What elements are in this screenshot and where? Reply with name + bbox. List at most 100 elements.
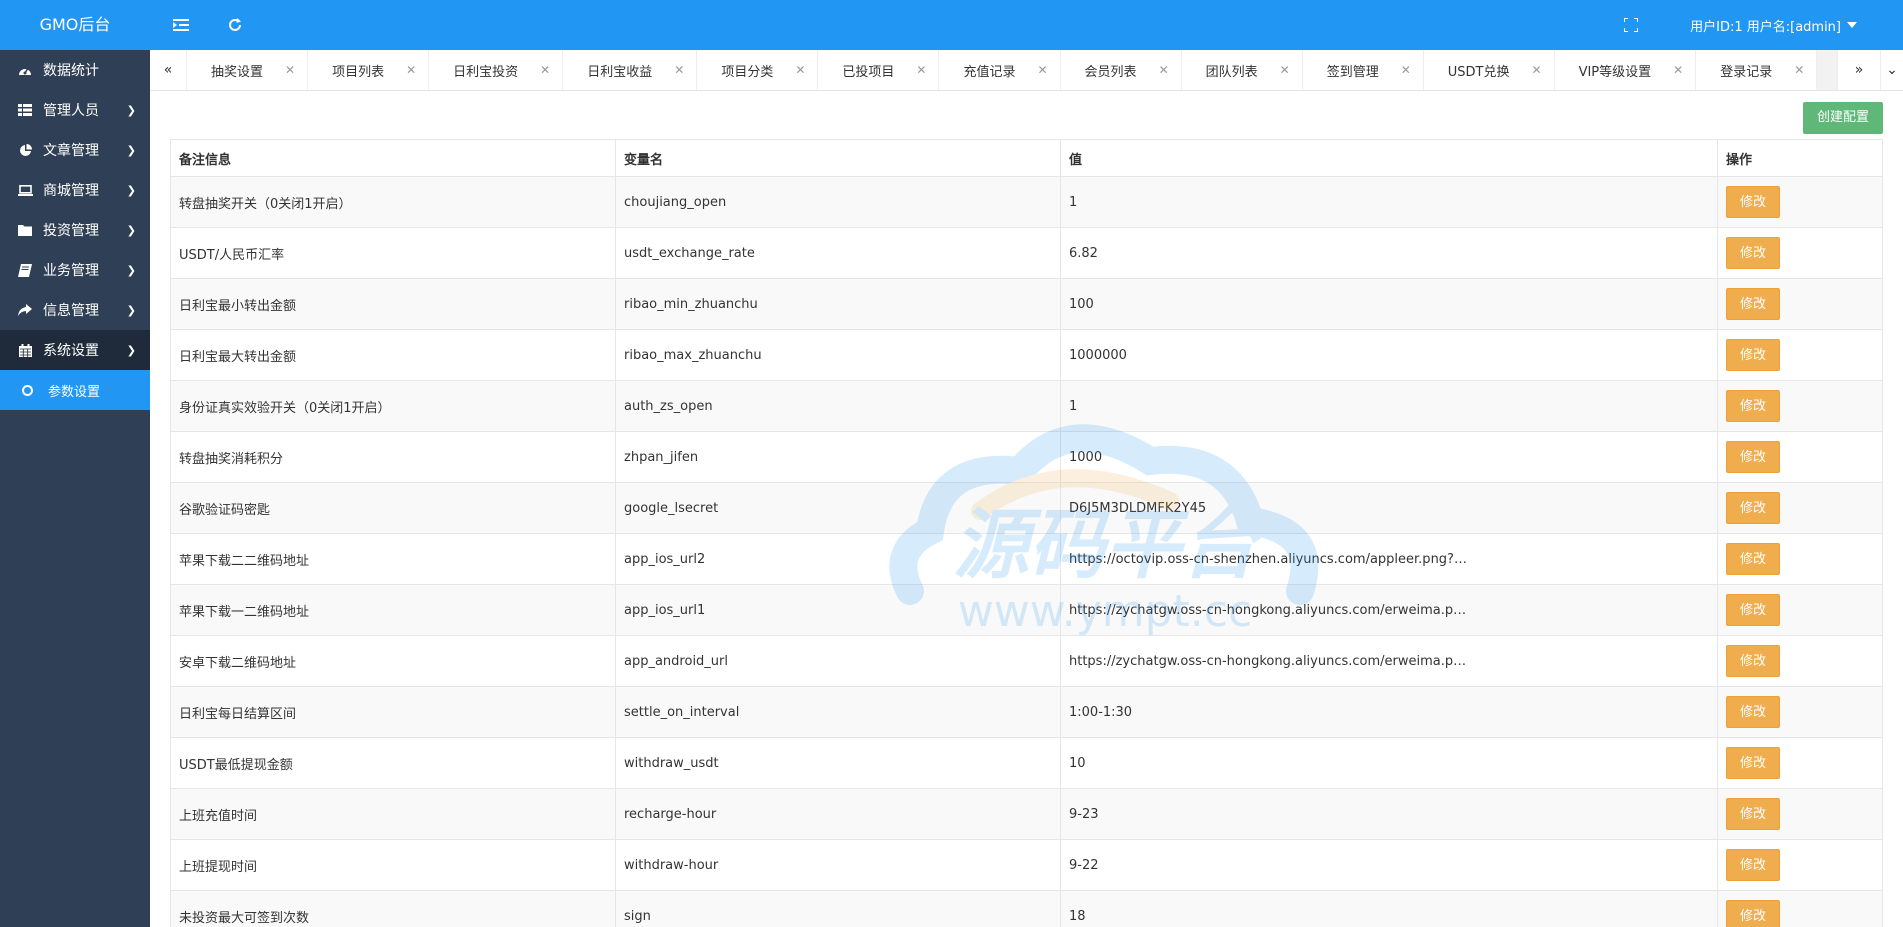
- main-area: 用户ID:1 用户名:[admin] « 抽奖设置 ✕ 项目列表 ✕ 日利宝投资 ✕ 日利宝…: [150, 0, 1903, 927]
- cell-value: 18: [1060, 890, 1718, 927]
- value-text: 18: [1069, 908, 1086, 924]
- table-row: 上班提现时间 withdraw-hour 9-22 修改: [170, 839, 1883, 891]
- close-icon[interactable]: ✕: [1532, 63, 1542, 77]
- cell-note: USDT/人民币汇率: [170, 227, 616, 279]
- cell-value: 1000: [1060, 431, 1718, 483]
- edit-button[interactable]: 修改: [1726, 339, 1781, 371]
- tab-9[interactable]: 签到管理 ✕: [1303, 50, 1424, 90]
- tab-label: 会员列表: [1084, 64, 1137, 80]
- close-icon[interactable]: ✕: [285, 63, 295, 77]
- cell-var: zhpan_jifen: [615, 431, 1061, 483]
- tab-1[interactable]: 项目列表 ✕: [308, 50, 430, 90]
- sidebar-item-2[interactable]: 文章管理 ❯: [0, 130, 150, 170]
- edit-button[interactable]: 修改: [1726, 288, 1781, 320]
- edit-button[interactable]: 修改: [1726, 594, 1781, 626]
- top-header: 用户ID:1 用户名:[admin]: [150, 0, 1903, 50]
- sidebar-subitem-params[interactable]: 参数设置: [0, 370, 150, 410]
- tab-11[interactable]: VIP等级设置 ✕: [1555, 50, 1697, 90]
- tabs-scroll-right-button[interactable]: »: [1837, 50, 1880, 90]
- value-text: 1: [1069, 398, 1078, 414]
- app-logo[interactable]: GMO后台: [0, 0, 150, 50]
- tab-8[interactable]: 团队列表 ✕: [1182, 50, 1303, 90]
- toggle-sidebar-button[interactable]: [166, 10, 196, 40]
- sidebar-item-5[interactable]: 业务管理 ❯: [0, 250, 150, 290]
- sidebar-item-7[interactable]: 系统设置 ❯: [0, 330, 150, 370]
- fullscreen-button[interactable]: [1616, 10, 1646, 40]
- tab-7[interactable]: 会员列表 ✕: [1061, 50, 1182, 90]
- edit-button[interactable]: 修改: [1726, 645, 1781, 677]
- close-icon[interactable]: ✕: [1037, 63, 1047, 77]
- cell-value: 1:00-1:30: [1060, 686, 1718, 738]
- edit-button[interactable]: 修改: [1726, 798, 1781, 830]
- tab-12[interactable]: 登录记录 ✕: [1696, 50, 1818, 90]
- tab-label: 项目分类: [721, 64, 774, 80]
- edit-button[interactable]: 修改: [1726, 186, 1781, 218]
- value-text: 1000000: [1069, 347, 1127, 363]
- close-icon[interactable]: ✕: [674, 63, 684, 77]
- edit-button[interactable]: 修改: [1726, 900, 1781, 927]
- tab-label: VIP等级设置: [1578, 64, 1652, 80]
- edit-button[interactable]: 修改: [1726, 390, 1781, 422]
- cell-value: 10: [1060, 737, 1718, 789]
- sidebar-item-6[interactable]: 信息管理 ❯: [0, 290, 150, 330]
- close-icon[interactable]: ✕: [795, 63, 805, 77]
- sidebar: GMO后台 数据统计 管理人员 ❯ 文章管理 ❯ 商城管理 ❯ 投资管理 ❯ 业务管理 ❯ 信息管理 ❯…: [0, 0, 150, 927]
- edit-button[interactable]: 修改: [1726, 849, 1781, 881]
- close-icon[interactable]: ✕: [1794, 63, 1804, 77]
- tab-10[interactable]: USDT兑换 ✕: [1424, 50, 1555, 90]
- tab-2[interactable]: 日利宝投资 ✕: [429, 50, 564, 90]
- table-row: 日利宝每日结算区间 settle_on_interval 1:00-1:30 修改: [170, 686, 1883, 738]
- close-icon[interactable]: ✕: [1280, 63, 1290, 77]
- close-icon[interactable]: ✕: [540, 63, 550, 77]
- cell-action: 修改: [1717, 635, 1883, 687]
- close-icon[interactable]: ✕: [1401, 63, 1411, 77]
- double-chevron-left-icon: «: [163, 62, 173, 78]
- tab-label: USDT兑换: [1447, 64, 1510, 80]
- sidebar-item-1[interactable]: 管理人员 ❯: [0, 90, 150, 130]
- value-text: https://zychatgw.oss-cn-hongkong.aliyunc…: [1069, 653, 1469, 669]
- tab-6[interactable]: 充值记录 ✕: [939, 50, 1061, 90]
- cell-value: 9-23: [1060, 788, 1718, 840]
- config-table: 备注信息 变量名 值 操作 转盘抽奖开关（0关闭1开启） choujiang_op…: [170, 139, 1883, 927]
- grid-icon: [17, 103, 33, 117]
- cell-var: settle_on_interval: [615, 686, 1061, 738]
- edit-button[interactable]: 修改: [1726, 492, 1781, 524]
- create-config-button[interactable]: 创建配置: [1802, 102, 1883, 134]
- sidebar-item-label: 信息管理: [43, 303, 99, 319]
- sidebar-item-4[interactable]: 投资管理 ❯: [0, 210, 150, 250]
- tab-0[interactable]: 抽奖设置 ✕: [187, 50, 309, 90]
- cell-var: withdraw_usdt: [615, 737, 1061, 789]
- tab-label: 项目列表: [332, 64, 385, 80]
- close-icon[interactable]: ✕: [406, 63, 416, 77]
- sidebar-item-3[interactable]: 商城管理 ❯: [0, 170, 150, 210]
- edit-button[interactable]: 修改: [1726, 237, 1781, 269]
- tabs-scroll-left-button[interactable]: «: [150, 50, 187, 90]
- sidebar-item-label: 商城管理: [43, 183, 99, 199]
- sidebar-item-0[interactable]: 数据统计: [0, 50, 150, 90]
- tab-13[interactable]: 参数设置✕: [1817, 50, 1837, 90]
- close-icon[interactable]: ✕: [916, 63, 926, 77]
- tab-5[interactable]: 已投项目 ✕: [818, 50, 940, 90]
- edit-button[interactable]: 修改: [1726, 696, 1781, 728]
- tab-4[interactable]: 项目分类 ✕: [697, 50, 819, 90]
- edit-button[interactable]: 修改: [1726, 543, 1781, 575]
- user-menu[interactable]: 用户ID:1 用户名:[admin]: [1690, 16, 1857, 35]
- book-icon: [17, 263, 33, 277]
- chevron-right-icon: ❯: [126, 183, 136, 197]
- circle-icon: [22, 384, 33, 396]
- cell-note: 日利宝最小转出金额: [170, 278, 616, 330]
- tab-3[interactable]: 日利宝收益 ✕: [563, 50, 698, 90]
- cell-action: 修改: [1717, 380, 1883, 432]
- cell-var: ribao_max_zhuanchu: [615, 329, 1061, 381]
- cell-value: https://zychatgw.oss-cn-hongkong.aliyunc…: [1060, 635, 1718, 687]
- value-text: 1:00-1:30: [1069, 704, 1133, 720]
- value-text: 10: [1069, 755, 1086, 771]
- value-text: https://octovip.oss-cn-shenzhen.aliyuncs…: [1069, 551, 1469, 567]
- edit-button[interactable]: 修改: [1726, 441, 1781, 473]
- edit-button[interactable]: 修改: [1726, 747, 1781, 779]
- refresh-button[interactable]: [220, 10, 250, 40]
- table-body: 转盘抽奖开关（0关闭1开启） choujiang_open 1 修改 USDT/人民币汇…: [170, 176, 1883, 927]
- tabs-more-button[interactable]: ⌄: [1880, 50, 1903, 90]
- close-icon[interactable]: ✕: [1159, 63, 1169, 77]
- close-icon[interactable]: ✕: [1673, 63, 1683, 77]
